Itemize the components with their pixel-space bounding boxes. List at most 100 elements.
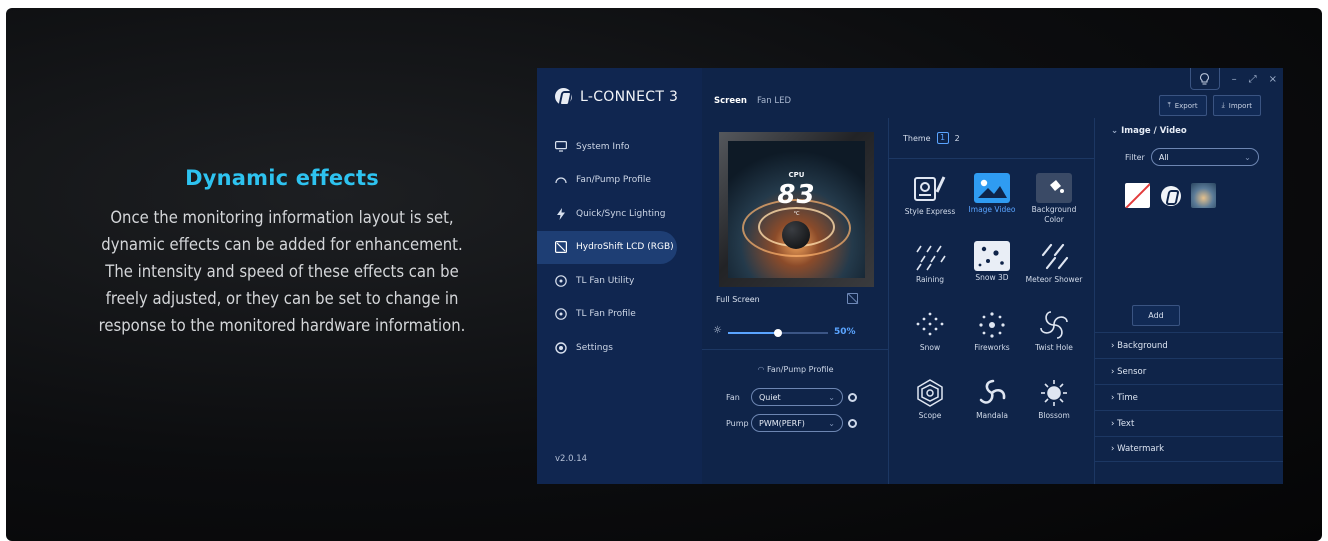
theme-fireworks[interactable]: Fireworks (961, 309, 1023, 371)
theme-image-video[interactable]: Image Video (961, 173, 1023, 235)
filter-value: All (1158, 152, 1169, 162)
thumbnail-none[interactable] (1125, 183, 1150, 208)
media-thumbnails (1125, 183, 1216, 208)
brightness-slider[interactable] (728, 329, 828, 337)
tab-screen[interactable]: Screen (714, 96, 747, 106)
blossom-icon (1036, 377, 1072, 409)
lightbulb-icon[interactable] (1189, 68, 1220, 90)
cpu-temperature-value: 83 (777, 180, 816, 210)
theme-page-1[interactable]: 1 (936, 132, 949, 144)
fireworks-icon (974, 309, 1010, 341)
thumbnail-image[interactable] (1191, 183, 1216, 208)
full-screen-toggle-icon[interactable] (847, 293, 858, 304)
filter-label: Filter (1125, 152, 1145, 162)
preview-panel: CPU 83 °C Full Screen ☼ 50% ◠ Fan/Pump P… (702, 118, 889, 484)
promo-title: Dynamic effects (185, 166, 379, 190)
theme-blossom[interactable]: Blossom (1023, 377, 1085, 439)
pump-settings-gear-icon[interactable] (848, 418, 857, 428)
tab-fan-led[interactable]: Fan LED (757, 96, 791, 106)
sidebar-item-tl-fan-utility[interactable]: TL Fan Utility (537, 264, 702, 297)
sidebar-item-hydroshift-lcd[interactable]: HydroShift LCD (RGB) (537, 230, 677, 264)
theme-snow[interactable]: Snow (899, 309, 961, 371)
properties-panel: ⌄ Image / Video Filter All ⌄ Add › Backg… (1095, 118, 1283, 484)
import-button[interactable]: ⤓ Import (1212, 95, 1261, 116)
theme-label-text: Snow 3D (975, 273, 1009, 282)
sidebar-nav: System Info Fan/Pump Profile Quick/Sync … (537, 130, 702, 365)
brightness-icon: ☼ (713, 325, 722, 336)
section-label: Watermark (1117, 444, 1164, 454)
export-import-group: ⤒ Export ⤓ Import (1158, 95, 1261, 116)
sidebar-item-system-info[interactable]: System Info (537, 130, 702, 163)
minimize-button[interactable]: – (1232, 74, 1237, 85)
brightness-slider-knob[interactable] (774, 329, 782, 337)
pump-profile-row: Pump PWM(PERF) ⌄ (726, 414, 857, 432)
pump-profile-value: PWM(PERF) (759, 418, 805, 428)
sidebar-item-label: System Info (576, 141, 630, 152)
scope-icon (912, 377, 948, 409)
section-label: Background (1117, 340, 1168, 351)
section-label: Sensor (1117, 366, 1147, 377)
fan-pump-profile-title: ◠ Fan/Pump Profile (702, 365, 889, 374)
section-sensor[interactable]: › Sensor (1095, 358, 1283, 384)
theme-twist-hole[interactable]: Twist Hole (1023, 309, 1085, 371)
tab-strip: Screen Fan LED (714, 96, 791, 106)
theme-mandala[interactable]: Mandala (961, 377, 1023, 439)
brightness-slider-fill (728, 332, 778, 334)
thumbnail-logo[interactable] (1158, 183, 1183, 208)
theme-header: Theme 1 2 (903, 132, 960, 144)
theme-label-text: Twist Hole (1035, 343, 1073, 352)
section-time[interactable]: › Time (1095, 384, 1283, 410)
close-button[interactable]: × (1269, 74, 1277, 85)
app-name: L-CONNECT 3 (580, 88, 679, 105)
sphere-graphic (782, 221, 810, 249)
image-video-section-header[interactable]: ⌄ Image / Video (1111, 126, 1187, 136)
style-express-icon (912, 173, 948, 205)
chevron-down-icon: ⌄ (1111, 126, 1122, 136)
chevron-down-icon: ⌄ (828, 392, 835, 402)
theme-label-text: Image Video (968, 205, 1016, 214)
theme-style-express[interactable]: Style Express (899, 173, 961, 235)
fan-label: Fan (726, 392, 740, 402)
export-button[interactable]: ⤒ Export (1158, 95, 1207, 116)
maximize-button[interactable]: ⤢ (1249, 74, 1257, 85)
promo-line: freely adjusted, or they can be set to c… (105, 289, 459, 308)
fan-profile-select[interactable]: Quiet ⌄ (751, 388, 843, 406)
sidebar-item-settings[interactable]: Settings (537, 331, 702, 364)
promo-line: Once the monitoring information layout i… (110, 208, 454, 227)
sidebar-item-label: TL Fan Utility (576, 275, 635, 286)
fan-profile-value: Quiet (759, 392, 781, 402)
sidebar-item-label: Settings (576, 342, 613, 353)
theme-label-text: Mandala (976, 411, 1008, 420)
snow-icon (912, 309, 948, 341)
section-background[interactable]: › Background (1095, 332, 1283, 358)
sidebar-item-label: Quick/Sync Lighting (576, 208, 666, 219)
theme-label-text: Snow (919, 343, 941, 352)
raining-icon (912, 241, 948, 273)
app-logo: L-CONNECT 3 (555, 88, 678, 105)
theme-meteor-shower[interactable]: Meteor Shower (1023, 241, 1085, 303)
promo-line: The intensity and speed of these effects… (105, 262, 459, 281)
sidebar-item-fan-pump-profile[interactable]: Fan/Pump Profile (537, 164, 702, 197)
add-button[interactable]: Add (1132, 305, 1180, 326)
full-screen-label: Full Screen (716, 295, 760, 304)
background-color-icon (1036, 173, 1072, 203)
cpu-label: CPU (788, 171, 805, 179)
theme-raining[interactable]: Raining (899, 241, 961, 303)
filter-select[interactable]: All ⌄ (1150, 148, 1259, 166)
fan-settings-gear-icon[interactable] (848, 392, 857, 402)
sidebar: L-CONNECT 3 System Info Fan/Pump Profile… (537, 68, 702, 484)
sidebar-item-quick-sync-lighting[interactable]: Quick/Sync Lighting (537, 197, 702, 230)
theme-background-color[interactable]: Background Color (1023, 173, 1085, 235)
pump-profile-select[interactable]: PWM(PERF) ⌄ (751, 414, 843, 432)
theme-page-2[interactable]: 2 (955, 134, 960, 143)
section-text[interactable]: › Text (1095, 410, 1283, 436)
theme-snow-3d[interactable]: Snow 3D (961, 241, 1023, 303)
section-watermark[interactable]: › Watermark (1095, 436, 1283, 462)
theme-scope[interactable]: Scope (899, 377, 961, 439)
chevron-down-icon: ⌄ (828, 418, 835, 428)
theme-label-text: Background Color (1031, 205, 1077, 224)
theme-label: Theme (903, 133, 931, 143)
window-controls: – ⤢ × (1189, 68, 1277, 90)
sidebar-item-tl-fan-profile[interactable]: TL Fan Profile (537, 298, 702, 331)
mandala-icon (974, 377, 1010, 409)
